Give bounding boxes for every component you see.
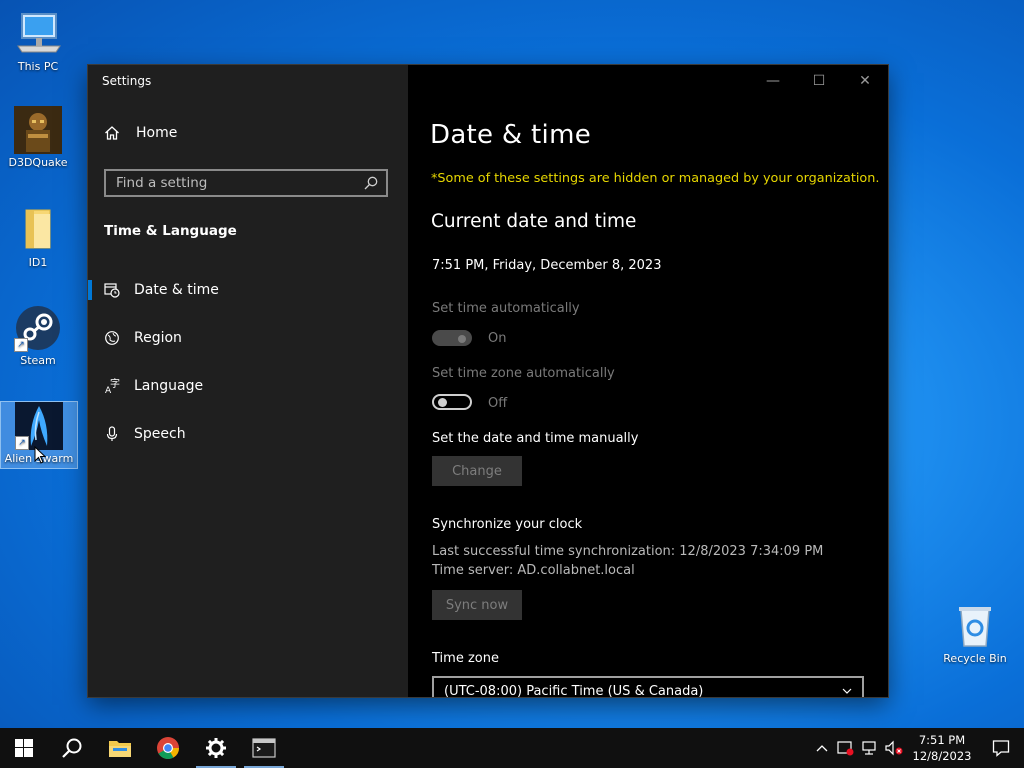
show-hidden-icons-chevron-icon[interactable] — [810, 728, 834, 768]
windows-logo-icon — [15, 739, 33, 757]
timezone-value: (UTC-08:00) Pacific Time (US & Canada) — [444, 683, 704, 698]
home-icon — [105, 126, 119, 140]
set-timezone-auto-label: Set time zone automatically — [432, 366, 615, 381]
desktop-icon-id1[interactable]: ID1 — [0, 206, 76, 269]
page-title: Date & time — [430, 120, 591, 150]
chrome-button[interactable] — [144, 728, 192, 768]
set-time-auto-state: On — [488, 331, 507, 346]
start-button[interactable] — [0, 728, 48, 768]
window-controls: — ☐ ✕ — [750, 65, 888, 97]
alien-swarm-icon: ↗ — [15, 402, 63, 450]
timezone-select[interactable]: (UTC-08:00) Pacific Time (US & Canada) — [432, 676, 864, 697]
desktop-icon-d3dquake[interactable]: D3DQuake — [0, 106, 76, 169]
set-timezone-auto-toggle[interactable] — [432, 394, 472, 410]
sidebar-item-date-time[interactable]: Date & time — [88, 270, 408, 310]
desktop-icon-recycle-bin[interactable]: Recycle Bin — [937, 602, 1013, 665]
set-time-auto-label: Set time automatically — [432, 301, 580, 316]
language-icon: A 字 — [105, 378, 120, 394]
settings-taskbar-button[interactable] — [192, 728, 240, 768]
change-button[interactable]: Change — [432, 456, 522, 486]
calendar-clock-icon — [104, 283, 120, 298]
desktop-icon-label: Steam — [20, 354, 56, 367]
settings-content: — ☐ ✕ Date & time *Some of these setting… — [408, 65, 888, 697]
taskbar: 7:51 PM 12/8/2023 — [0, 728, 1024, 768]
mouse-cursor-icon — [34, 446, 46, 464]
settings-sidebar: Settings Home Time & Language Date & tim… — [88, 65, 408, 697]
search-icon — [62, 738, 82, 758]
action-center-button[interactable] — [978, 728, 1024, 768]
desktop-icon-label: This PC — [17, 60, 59, 73]
settings-window: Settings Home Time & Language Date & tim… — [88, 65, 888, 697]
set-time-auto-toggle[interactable] — [432, 330, 472, 346]
desktop-icon-label: D3DQuake — [8, 156, 68, 169]
sidebar-item-label: Language — [134, 378, 204, 394]
org-managed-notice[interactable]: *Some of these settings are hidden or ma… — [431, 171, 879, 186]
microphone-icon — [106, 426, 118, 441]
taskbar-clock[interactable]: 7:51 PM 12/8/2023 — [906, 732, 978, 764]
network-icon[interactable] — [858, 728, 882, 768]
search-icon[interactable] — [364, 176, 378, 190]
svg-text:字: 字 — [110, 378, 120, 390]
sidebar-item-language[interactable]: A 字 Language — [88, 366, 408, 406]
file-explorer-button[interactable] — [96, 728, 144, 768]
section-title: Time & Language — [104, 223, 237, 239]
current-date-time-heading: Current date and time — [431, 211, 637, 232]
sync-heading: Synchronize your clock — [432, 517, 583, 532]
steam-icon: ↗ — [14, 304, 62, 352]
last-sync-text: Last successful time synchronization: 12… — [432, 544, 824, 559]
sidebar-item-label: Home — [136, 125, 178, 141]
recycle-bin-icon — [951, 602, 999, 650]
desktop-icon-steam[interactable]: ↗ Steam — [0, 304, 76, 367]
search-button[interactable] — [48, 728, 96, 768]
folder-icon — [14, 206, 62, 254]
shortcut-arrow-icon: ↗ — [14, 338, 28, 352]
computer-icon — [14, 10, 62, 58]
system-tray: 7:51 PM 12/8/2023 — [810, 728, 1024, 768]
search-input[interactable] — [116, 175, 346, 191]
search-field[interactable] — [104, 169, 388, 197]
set-timezone-auto-state: Off — [488, 396, 508, 411]
terminal-taskbar-button[interactable] — [240, 728, 288, 768]
current-date-time-value: 7:51 PM, Friday, December 8, 2023 — [432, 258, 662, 273]
clock-date: 12/8/2023 — [912, 749, 972, 763]
chrome-icon — [157, 737, 179, 759]
timezone-label: Time zone — [432, 651, 499, 666]
volume-muted-icon[interactable] — [882, 728, 906, 768]
gear-icon — [206, 738, 226, 758]
globe-icon — [105, 331, 119, 345]
sidebar-item-label: Speech — [134, 426, 186, 442]
desktop-icon-label: Recycle Bin — [943, 652, 1007, 665]
notification-icon — [992, 740, 1010, 757]
clock-time: 7:51 PM — [918, 733, 966, 747]
sidebar-item-label: Region — [134, 330, 182, 346]
security-alert-icon[interactable] — [834, 728, 858, 768]
sidebar-item-label: Date & time — [134, 282, 219, 298]
desktop-icon-this-pc[interactable]: This PC — [0, 10, 76, 73]
sidebar-item-speech[interactable]: Speech — [88, 414, 408, 454]
chevron-down-icon — [842, 688, 852, 694]
sync-now-button[interactable]: Sync now — [432, 590, 522, 620]
close-button[interactable]: ✕ — [842, 65, 888, 97]
terminal-icon — [252, 738, 276, 758]
set-manual-label: Set the date and time manually — [432, 431, 639, 446]
window-title: Settings — [102, 74, 152, 88]
shortcut-arrow-icon: ↗ — [15, 436, 29, 450]
desktop-icon-label: ID1 — [28, 256, 48, 269]
minimize-button[interactable]: — — [750, 65, 796, 97]
quake-icon — [14, 106, 62, 154]
maximize-button[interactable]: ☐ — [796, 65, 842, 97]
time-server-text: Time server: AD.collabnet.local — [432, 563, 635, 578]
folder-icon — [109, 741, 131, 757]
sidebar-item-home[interactable]: Home — [104, 125, 177, 141]
sidebar-item-region[interactable]: Region — [88, 318, 408, 358]
